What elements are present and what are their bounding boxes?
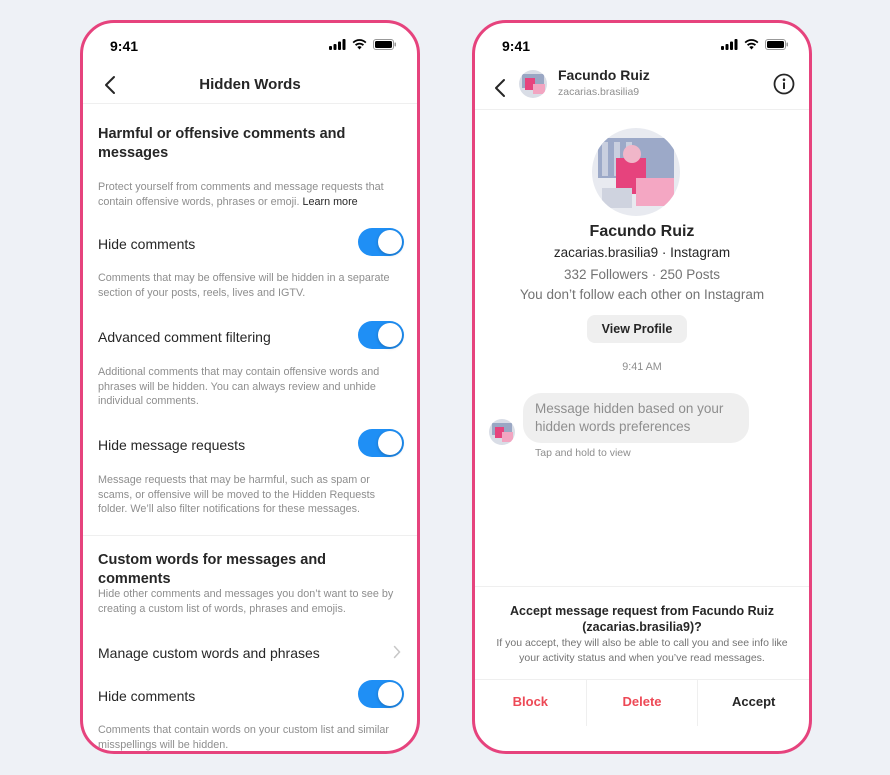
signal-icon (329, 39, 346, 50)
tap-to-view-hint: Tap and hold to view (535, 447, 631, 459)
section-description-harmful: Protect yourself from comments and messa… (98, 180, 398, 209)
block-button[interactable]: Block (475, 680, 586, 726)
hidden-words-screen: 9:41 Hidden Words Harmful or offensive c… (80, 20, 420, 754)
view-profile-button[interactable]: View Profile (587, 315, 687, 343)
hidden-message-bubble[interactable]: Message hidden based on your hidden word… (523, 393, 749, 443)
profile-photo (519, 70, 547, 98)
page-title: Hidden Words (199, 76, 301, 93)
chevron-left-icon (495, 79, 505, 97)
hide-message-requests-toggle[interactable] (358, 429, 404, 457)
accept-request-panel: Accept message request from Facundo Ruiz… (475, 586, 809, 751)
wifi-icon (744, 39, 759, 50)
signal-icon (721, 39, 738, 50)
custom-hide-comments-description: Comments that contain words on your cust… (98, 724, 390, 751)
delete-button[interactable]: Delete (585, 680, 698, 726)
back-button[interactable] (489, 76, 511, 100)
toggle-knob (378, 323, 402, 347)
status-bar: 9:41 (83, 23, 417, 67)
avatar[interactable] (519, 70, 547, 98)
learn-more-link[interactable]: Learn more (302, 196, 357, 208)
advanced-filtering-label: Advanced comment filtering (98, 329, 271, 345)
hide-comments-description: Comments that may be offensive will be h… (98, 272, 390, 299)
section-divider (83, 535, 417, 536)
message-request-screen: 9:41 Facundo Ruiz zacarias.brasilia9 Fac… (472, 20, 812, 754)
profile-avatar[interactable] (592, 128, 680, 216)
advanced-filtering-description: Additional comments that may contain off… (98, 366, 380, 407)
toggle-knob (378, 230, 402, 254)
profile-photo (489, 419, 515, 445)
custom-hide-comments-toggle[interactable] (358, 680, 404, 708)
header-name[interactable]: Facundo Ruiz (558, 67, 650, 83)
manage-custom-words-label[interactable]: Manage custom words and phrases (98, 645, 320, 661)
section-title-custom: Custom words for messages and comments (98, 552, 327, 587)
section-title-harmful: Harmful or offensive comments and messag… (98, 126, 346, 161)
accept-title: Accept message request from Facundo Ruiz… (510, 604, 774, 634)
profile-photo (592, 128, 680, 216)
accept-description: If you accept, they will also be able to… (496, 637, 788, 664)
custom-hide-comments-label: Hide comments (98, 688, 196, 704)
status-time: 9:41 (502, 38, 531, 54)
nav-bar: Hidden Words (83, 67, 417, 104)
section-description-custom: Hide other comments and messages you don… (98, 588, 394, 615)
hide-message-requests-description: Message requests that may be harmful, su… (98, 474, 376, 515)
wifi-icon (352, 39, 367, 50)
hide-comments-toggle[interactable] (358, 228, 404, 256)
toggle-knob (378, 431, 402, 455)
toggle-knob (378, 682, 402, 706)
message-timestamp: 9:41 AM (622, 361, 662, 373)
profile-stats: 332 Followers · 250 Posts (563, 267, 721, 282)
action-bar: Block Delete Accept (475, 679, 809, 726)
advanced-filtering-toggle[interactable] (358, 321, 404, 349)
profile-handle: zacarias.brasilia9 · Instagram (553, 245, 731, 260)
sender-avatar[interactable] (489, 419, 515, 445)
hide-comments-label: Hide comments (98, 236, 196, 252)
chevron-right-icon[interactable] (393, 645, 401, 659)
status-bar: 9:41 (475, 23, 809, 67)
profile-name: Facundo Ruiz (589, 223, 695, 240)
accept-button[interactable]: Accept (697, 680, 809, 726)
info-icon[interactable] (773, 73, 795, 95)
hide-message-requests-label: Hide message requests (98, 437, 246, 453)
follow-status: You don’t follow each other on Instagram (519, 287, 765, 302)
battery-icon (373, 39, 396, 50)
status-time: 9:41 (110, 38, 139, 54)
header-handle: zacarias.brasilia9 (558, 86, 640, 98)
battery-icon (765, 39, 788, 50)
chat-header: Facundo Ruiz zacarias.brasilia9 (475, 67, 809, 110)
